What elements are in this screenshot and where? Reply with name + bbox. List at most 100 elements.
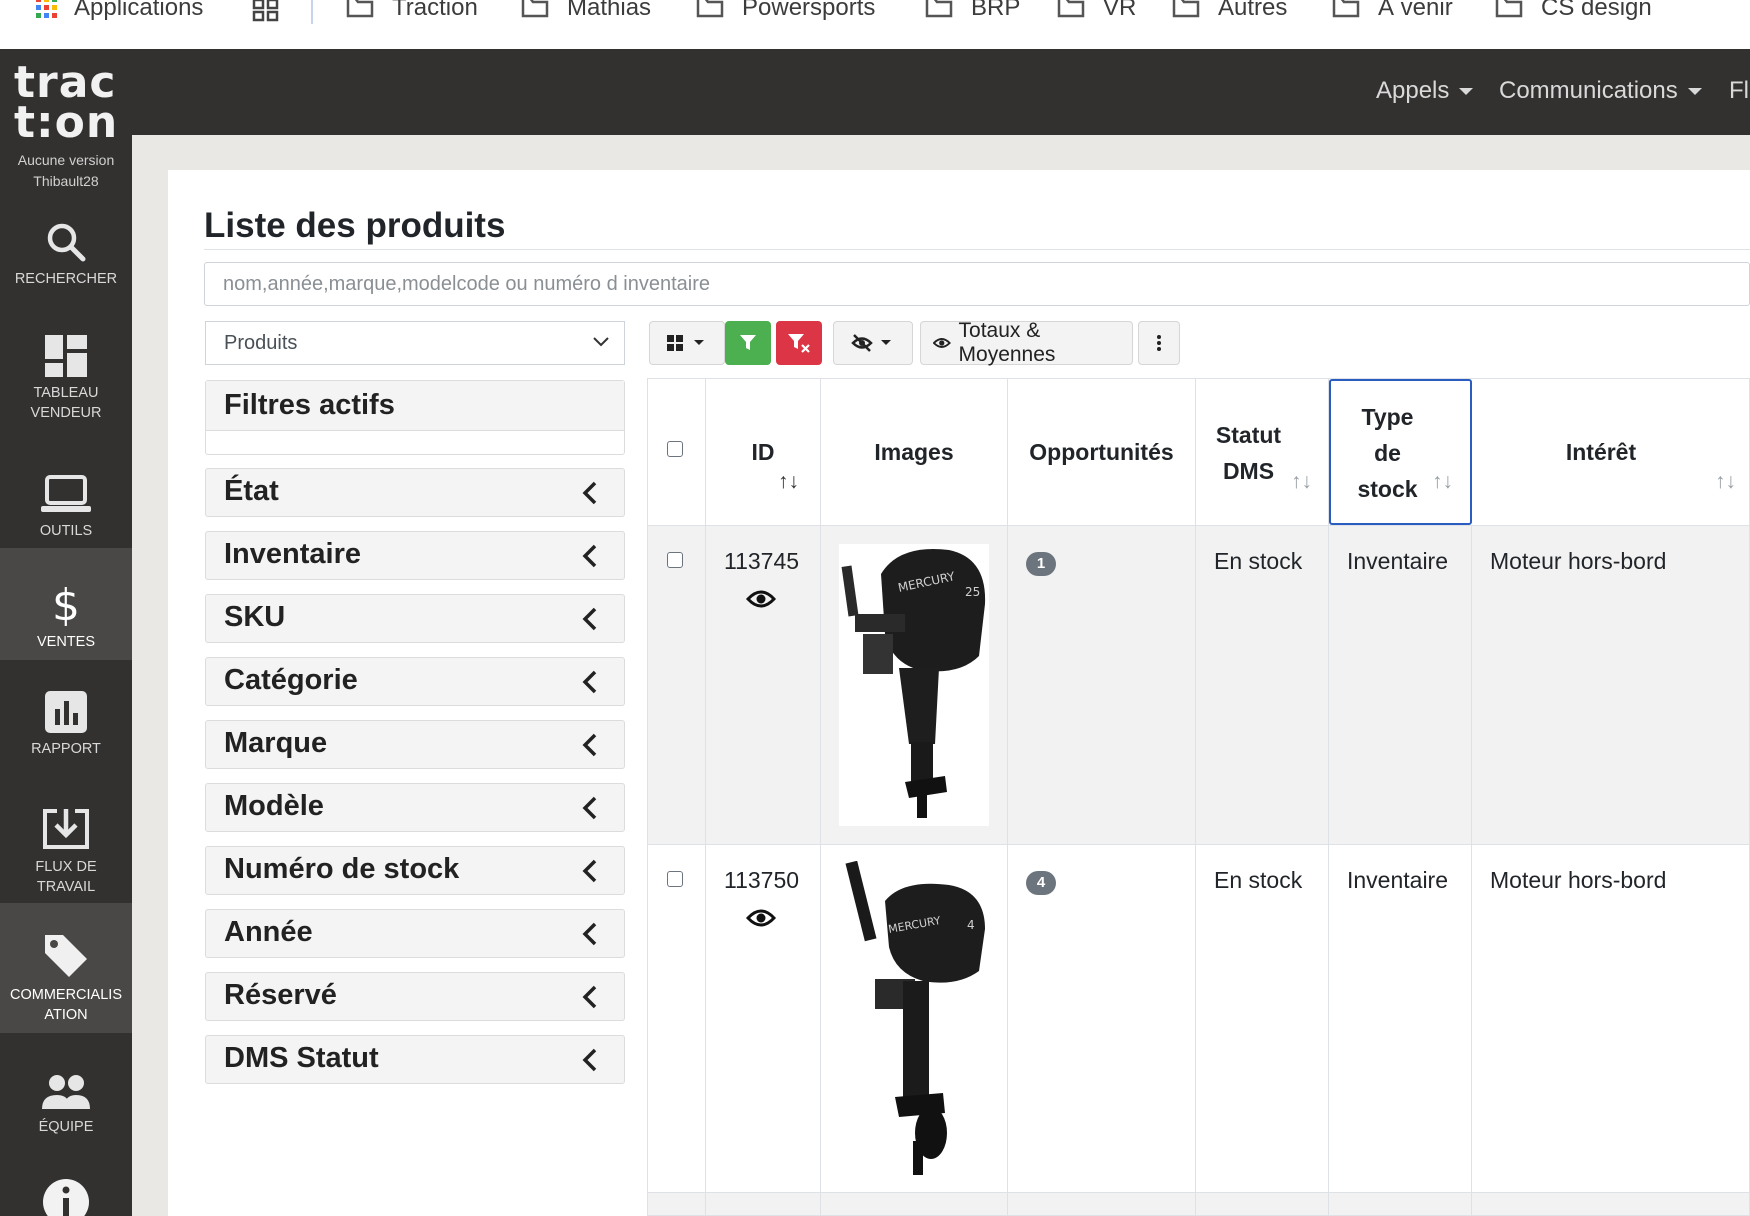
traction-logo[interactable]: trac t:on Aucune version Thibault28 xyxy=(0,49,132,199)
row-checkbox[interactable] xyxy=(667,552,683,568)
sidebar-item-tableau-vendeur[interactable]: TABLEAU VENDEUR xyxy=(0,335,132,465)
bookmark-folder-5[interactable]: VR xyxy=(1057,0,1136,22)
info-icon[interactable] xyxy=(42,1178,90,1216)
sidebar-item-label: ÉQUIPE xyxy=(38,1119,94,1135)
more-options-button[interactable] xyxy=(1138,321,1180,365)
folder-icon xyxy=(521,0,549,18)
sidebar-item-rapport[interactable]: RAPPORT xyxy=(0,691,132,801)
row-checkbox[interactable] xyxy=(667,871,683,887)
menu-appels[interactable]: Appels xyxy=(1376,77,1474,105)
column-label: de xyxy=(1374,440,1401,466)
sidebar-item-label: FLUX DE xyxy=(35,859,97,875)
dollar-icon: $ xyxy=(52,580,80,626)
team-icon xyxy=(42,1075,90,1109)
menu-truncated[interactable]: Fl xyxy=(1729,77,1749,105)
opportunities-badge[interactable]: 4 xyxy=(1026,871,1056,895)
bookmark-folder-7[interactable]: À venir xyxy=(1332,0,1453,22)
bookmark-label: À venir xyxy=(1378,0,1453,21)
version-label: Aucune version xyxy=(17,152,115,168)
filter-marque[interactable]: Marque xyxy=(205,720,625,769)
bookmark-folder-1[interactable]: Traction xyxy=(346,0,478,22)
bookmark-label: CS design xyxy=(1541,0,1652,21)
filter-reserve[interactable]: Réservé xyxy=(205,972,625,1021)
grid-view-icon xyxy=(667,335,704,351)
sidebar-item-label: VENDEUR xyxy=(30,405,102,421)
clear-filter-button[interactable] xyxy=(776,321,822,365)
bookmark-label: BRP xyxy=(971,0,1021,21)
eye-icon[interactable] xyxy=(746,907,776,929)
filter-sku[interactable]: SKU xyxy=(205,594,625,643)
bookmark-folder-6[interactable]: Autres xyxy=(1172,0,1287,22)
folder-icon xyxy=(1332,0,1360,18)
download-icon xyxy=(43,809,89,849)
column-header-interet[interactable]: Intérêt ↑↓ xyxy=(1472,379,1749,525)
totals-averages-label: Totaux & Moyennes xyxy=(958,319,1056,366)
filter-modele[interactable]: Modèle xyxy=(205,783,625,832)
filter-label: Modèle xyxy=(224,790,324,822)
menu-label: Appels xyxy=(1376,77,1450,104)
sidebar-item-label: RECHERCHER xyxy=(14,271,118,287)
filter-annee[interactable]: Année xyxy=(205,909,625,958)
sidebar-item-label: ATION xyxy=(44,1007,88,1023)
folder-icon xyxy=(1057,0,1085,18)
table-row[interactable]: 113750 MERCURY 4 4 En stock Inventaire M… xyxy=(648,845,1749,1193)
tag-icon xyxy=(45,935,87,977)
column-visibility-button[interactable] xyxy=(833,321,913,365)
product-id: 113745 xyxy=(724,548,800,574)
filter-etat[interactable]: État xyxy=(205,468,625,517)
bookmark-folder-4[interactable]: BRP xyxy=(925,0,1020,22)
sidebar-item-rechercher[interactable]: RECHERCHER xyxy=(0,221,132,331)
bookmark-applications-label: Applications xyxy=(74,0,204,21)
chevron-down-icon xyxy=(1687,88,1702,96)
product-image[interactable]: MERCURY 25 xyxy=(839,544,989,826)
folder-icon xyxy=(696,0,724,18)
sidebar-item-ventes[interactable]: $ VENTES xyxy=(0,548,132,660)
table-row[interactable] xyxy=(648,1193,1749,1215)
filter-numero-de-stock[interactable]: Numéro de stock xyxy=(205,846,625,895)
bookmark-folder-3[interactable]: Powersports xyxy=(696,0,875,22)
eye-icon[interactable] xyxy=(746,588,776,610)
chevron-left-icon xyxy=(582,922,597,946)
column-header-type-de-stock[interactable]: Type de stock ↑↓ xyxy=(1329,379,1472,525)
bookmark-folder-8[interactable]: CS design xyxy=(1495,0,1652,22)
eye-icon xyxy=(933,338,951,348)
svg-text:$: $ xyxy=(52,580,80,626)
totals-averages-button[interactable]: Totaux & Moyennes xyxy=(920,319,1133,366)
opportunities-badge[interactable]: 1 xyxy=(1026,552,1056,576)
eye-slash-icon xyxy=(851,334,891,352)
filter-dms-statut[interactable]: DMS Statut xyxy=(205,1035,625,1084)
bookmark-folder-2[interactable]: Mathias xyxy=(521,0,651,22)
column-label: Intérêt xyxy=(1565,439,1637,465)
sidebar-item-commercialisation[interactable]: COMMERCIALIS ATION xyxy=(0,903,132,1033)
sidebar-item-equipe[interactable]: ÉQUIPE xyxy=(0,1073,132,1183)
filter-label: Catégorie xyxy=(224,664,358,696)
bookmark-applications[interactable]: Applications xyxy=(36,0,203,22)
folder-icon xyxy=(1172,0,1200,18)
dashboard-icon xyxy=(45,335,87,377)
sidebar-item-label: COMMERCIALIS xyxy=(10,987,122,1003)
column-header-id[interactable]: ID ↑↓ xyxy=(706,379,821,525)
filter-inventaire[interactable]: Inventaire xyxy=(205,531,625,580)
chevron-left-icon xyxy=(582,796,597,820)
dms-status: En stock xyxy=(1214,548,1303,574)
tab-grid-icon[interactable] xyxy=(252,0,280,22)
menu-communications[interactable]: Communications xyxy=(1499,77,1702,105)
select-all-checkbox[interactable] xyxy=(667,441,683,457)
select-all-header xyxy=(648,379,706,525)
bar-chart-icon xyxy=(45,691,87,733)
column-header-statut-dms[interactable]: Statut DMS ↑↓ xyxy=(1196,379,1329,525)
apply-filter-button[interactable] xyxy=(725,321,771,365)
bookmark-label: Mathias xyxy=(567,0,652,21)
filter-label: SKU xyxy=(224,601,286,633)
category-select[interactable]: Produits xyxy=(205,321,625,365)
table-row[interactable]: 113745 MERCURY 25 1 En stock Inventaire … xyxy=(648,526,1749,845)
chevron-left-icon xyxy=(582,859,597,883)
product-image[interactable]: MERCURY 4 xyxy=(839,861,989,1179)
filter-categorie[interactable]: Catégorie xyxy=(205,657,625,706)
grid-view-button[interactable] xyxy=(649,321,725,365)
logo-text-line2: t:on xyxy=(14,97,119,148)
product-id: 113750 xyxy=(724,867,800,893)
filter-label: État xyxy=(224,475,279,507)
chevron-left-icon xyxy=(582,607,597,631)
product-search-input[interactable] xyxy=(204,262,1750,306)
